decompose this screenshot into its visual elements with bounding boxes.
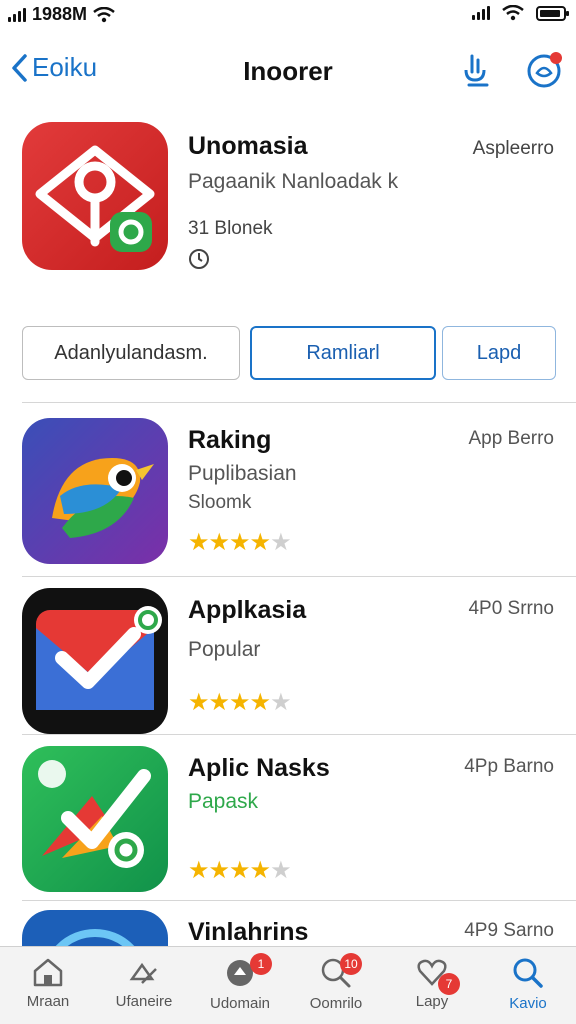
star-icon: ★ (188, 689, 209, 716)
star-icon: ★ (270, 689, 291, 716)
app-icon (22, 418, 168, 564)
apps-button[interactable]: Lapd (442, 326, 556, 380)
star-rating: ★★★★★ (188, 856, 292, 885)
app-name: Applkasia (188, 596, 307, 624)
app-name: Aplic Nasks (188, 754, 330, 782)
star-icon: ★ (208, 529, 230, 556)
app-subtitle: Papask (188, 790, 259, 813)
featured-app-icon (22, 122, 168, 270)
notification-dot (550, 52, 562, 64)
status-time: 1988M (32, 4, 88, 24)
search-icon (513, 958, 543, 988)
signal-icon (472, 6, 490, 20)
star-rating: ★★★★★ (188, 688, 292, 717)
tab-search[interactable]: 10 Oomrilo (288, 947, 384, 1024)
app-store: 4P9 Sarno (464, 920, 554, 941)
star-icon: ★ (270, 529, 291, 556)
profile-button[interactable] (524, 50, 564, 90)
list-item[interactable]: Vinlahrins 4P9 Sarno (0, 910, 576, 946)
app-name: Vinlahrins (188, 918, 309, 946)
ranking-button[interactable]: Ramliarl (250, 326, 436, 380)
featured-app[interactable]: Unomasia Pagaanik Nanloadak k 31 Blonek … (0, 120, 576, 280)
home-icon (33, 958, 63, 987)
app-icon (22, 588, 168, 734)
tab-badge: 7 (438, 973, 460, 995)
list-item[interactable]: Applkasia Popular 4P0 Srrno ★★★★★ (0, 588, 576, 744)
nav-actions (456, 50, 564, 90)
tab-favorites[interactable]: 7 Lapy (384, 947, 480, 1024)
featured-app-size: 31 Blonek (188, 218, 273, 239)
status-right (472, 5, 569, 21)
status-left: 1988M (8, 4, 115, 25)
tab-home[interactable]: Mraan (0, 947, 96, 1024)
wifi-icon (93, 6, 115, 22)
tab-label: Udomain (209, 995, 271, 1012)
divider (22, 900, 576, 901)
filter-button[interactable]: Adanlyulandasm. (22, 326, 240, 380)
tab-label: Lapy (415, 993, 449, 1010)
app-icon (22, 910, 168, 946)
app-subtitle: Puplibasian (188, 462, 297, 485)
tab-bar: Mraan Ufaneire 1 Udomain 10 Oomrilo 7 La… (0, 946, 576, 1024)
tab-label: Oomrilo (309, 995, 363, 1012)
divider (22, 576, 576, 577)
app-name: Raking (188, 426, 272, 454)
app-store: 4P0 Srrno (468, 598, 554, 619)
app-store: App Berro (468, 428, 554, 449)
star-rating: ★★★★★ (188, 528, 292, 557)
list-item[interactable]: Raking Puplibasian Sloomk App Berro ★★★★… (0, 418, 576, 574)
app-icon (22, 746, 168, 892)
featured-app-name: Unomasia (188, 132, 308, 160)
microphone-icon (464, 54, 489, 87)
wifi-icon (502, 5, 524, 21)
star-icon: ★ (208, 689, 230, 716)
featured-app-subtitle: Pagaanik Nanloadak k (188, 170, 399, 193)
star-icon: ★ (229, 857, 250, 884)
star-icon: ★ (249, 689, 271, 716)
tab-categories[interactable]: Ufaneire (96, 947, 192, 1024)
action-buttons: Adanlyulandasm. Ramliarl Lapd (22, 326, 556, 382)
tab-badge: 10 (340, 953, 362, 975)
tab-label: Kavio (509, 995, 547, 1012)
clock-icon (188, 248, 210, 275)
app-subtitle: Popular (188, 638, 261, 661)
category-icon (129, 962, 157, 984)
battery-icon (536, 5, 569, 21)
tab-label: Ufaneire (115, 993, 173, 1010)
star-icon: ★ (270, 857, 291, 884)
signal-icon (8, 7, 26, 22)
star-icon: ★ (249, 857, 271, 884)
tab-label: Mraan (26, 993, 70, 1010)
tab-games[interactable]: 1 Udomain (192, 947, 288, 1024)
microphone-button[interactable] (456, 50, 496, 90)
tab-active-search[interactable]: Kavio (480, 947, 576, 1024)
app-store: 4Pp Barno (464, 756, 554, 777)
status-bar: 1988M (0, 0, 576, 32)
star-icon: ★ (188, 529, 209, 556)
star-icon: ★ (249, 529, 271, 556)
tab-badge: 1 (250, 953, 272, 975)
divider (22, 734, 576, 735)
featured-app-store: Aspleerro (472, 138, 554, 159)
navigation-bar: Eoiku Inoorer (0, 40, 576, 104)
app-subtitle-secondary: Sloomk (188, 492, 252, 513)
star-icon: ★ (229, 689, 250, 716)
star-icon: ★ (208, 857, 230, 884)
star-icon: ★ (188, 857, 209, 884)
star-icon: ★ (229, 529, 250, 556)
list-item[interactable]: Aplic Nasks Papask 4Pp Barno ★★★★★ (0, 746, 576, 902)
divider (22, 402, 576, 403)
